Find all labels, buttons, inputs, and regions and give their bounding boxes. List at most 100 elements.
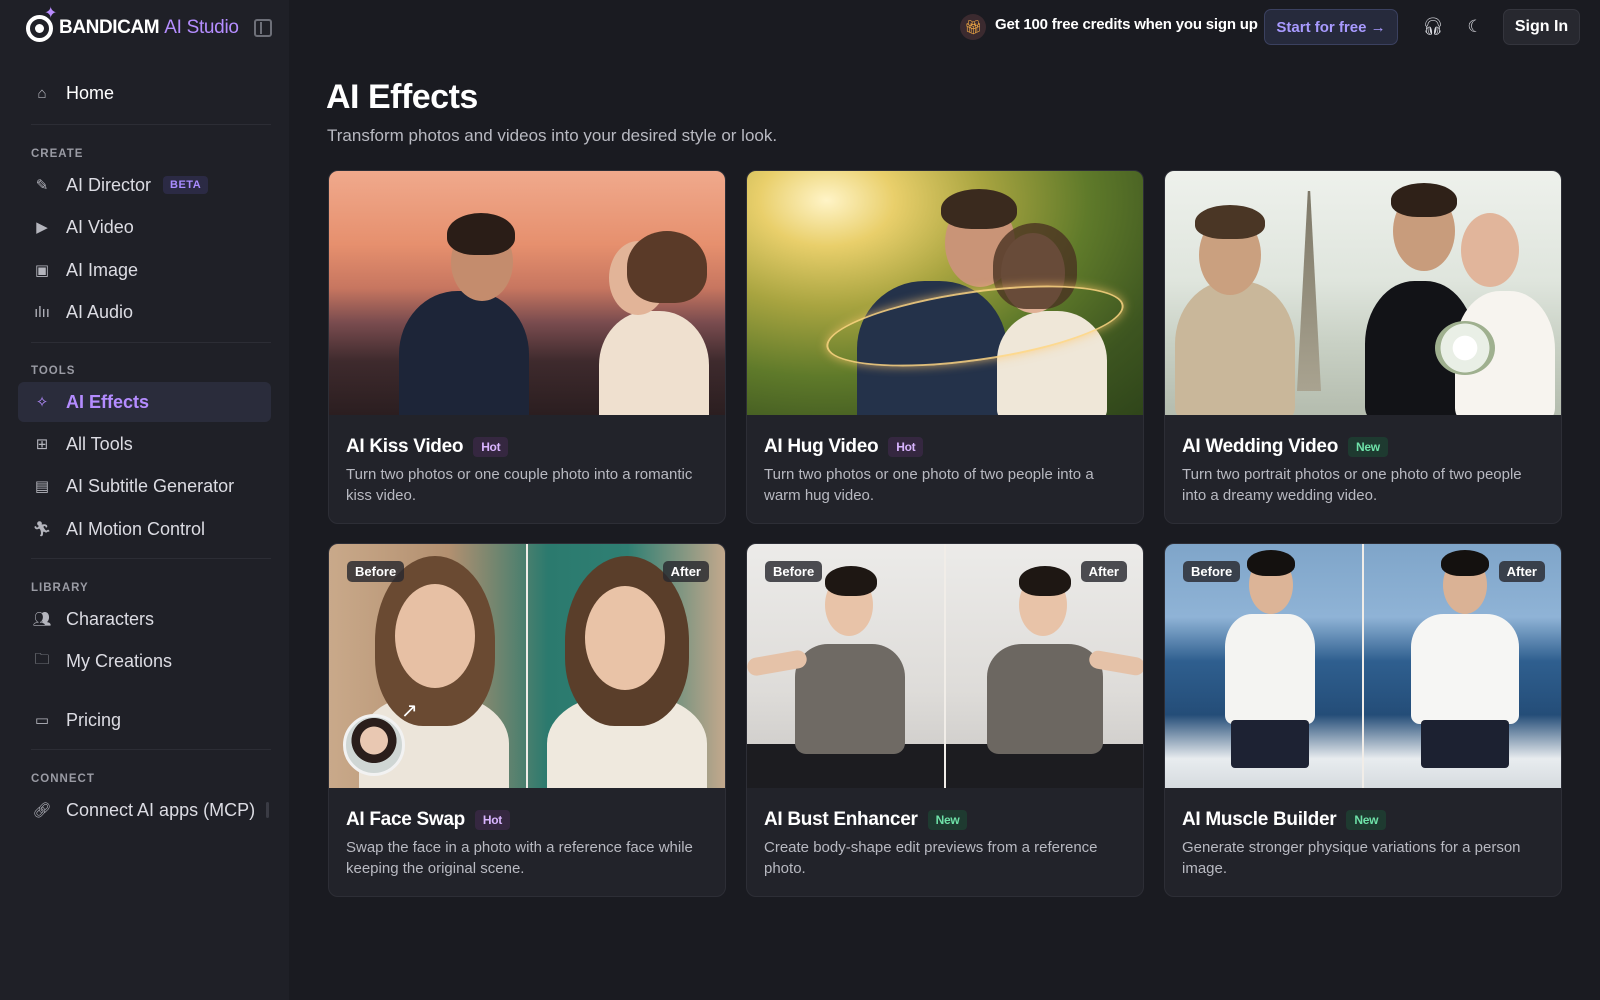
sidebar-item-my-creations[interactable]: 🗀 My Creations xyxy=(18,641,271,681)
link-icon: 🔗︎ xyxy=(32,802,52,819)
sidebar-item-label: AI Image xyxy=(66,259,139,280)
director-icon: ✎ xyxy=(35,177,49,194)
sidebar-item-pricing[interactable]: ▭ Pricing xyxy=(18,700,271,740)
divider xyxy=(31,342,271,343)
home-icon: ⌂ xyxy=(37,84,47,102)
sidebar-item-label: AI Effects xyxy=(66,391,150,412)
card-title: AI Wedding Video New xyxy=(1182,436,1388,458)
card-description: Turn two photos or one couple photo into… xyxy=(346,466,693,504)
users-icon: 👥︎ xyxy=(32,611,52,628)
folder-icon: 🗀 xyxy=(34,650,50,668)
after-label: After xyxy=(662,561,709,582)
hot-badge: Hot xyxy=(474,810,510,830)
sidebar-item-label: Characters xyxy=(66,608,155,629)
arrow-icon: ↗ xyxy=(401,700,418,722)
gift-icon: 🎁︎ xyxy=(960,14,986,40)
after-label: After xyxy=(1498,561,1545,582)
card-title-text: AI Kiss Video xyxy=(346,436,464,457)
video-icon: ▶ xyxy=(36,219,48,236)
sidebar-item-ai-image[interactable]: ▣ AI Image xyxy=(18,250,271,290)
before-after-divider xyxy=(1362,544,1364,788)
card-title: AI Kiss Video Hot xyxy=(346,436,509,458)
sidebar-item-ai-effects[interactable]: ✧ AI Effects xyxy=(18,382,271,422)
sidebar-item-label: My Creations xyxy=(66,650,173,671)
card-title: AI Hug Video Hot xyxy=(764,436,924,458)
card-title-text: AI Muscle Builder xyxy=(1182,809,1337,830)
sidebar-item-label: Pricing xyxy=(66,709,122,730)
effect-card-ai-bust-enhancer[interactable]: Before After AI Bust Enhancer New Create… xyxy=(746,543,1144,897)
before-label: Before xyxy=(1183,561,1241,582)
sidebar-item-ai-audio[interactable]: ılıı AI Audio xyxy=(18,292,271,332)
sign-in-button[interactable]: Sign In xyxy=(1503,9,1580,45)
divider xyxy=(31,749,271,750)
card-thumbnail: Before After xyxy=(747,544,1143,788)
sidebar-collapse-icon[interactable] xyxy=(254,19,272,37)
hot-badge: Hot xyxy=(473,437,509,457)
effect-card-ai-muscle-builder[interactable]: Before After AI Muscle Builder New Gener… xyxy=(1164,543,1562,897)
page-title: AI Effects xyxy=(326,78,478,116)
card-description: Generate stronger physique variations fo… xyxy=(1182,839,1521,877)
sidebar-item-ai-motion-control[interactable]: 🏃︎ AI Motion Control xyxy=(18,509,271,549)
sidebar-item-label: AI Motion Control xyxy=(66,518,206,539)
before-after-divider xyxy=(944,544,946,788)
credit-card-icon: ▭ xyxy=(34,712,50,729)
promo-text: Get 100 free credits when you sign up xyxy=(995,16,1258,33)
headset-icon[interactable]: 🎧︎ xyxy=(1422,16,1444,38)
card-title-text: AI Hug Video xyxy=(764,436,879,457)
sidebar-item-ai-subtitle-generator[interactable]: ▤ AI Subtitle Generator xyxy=(18,466,271,506)
audio-waveform-icon: ılıı xyxy=(34,303,50,321)
card-thumbnail: Before After xyxy=(1165,544,1561,788)
effect-card-ai-kiss-video[interactable]: AI Kiss Video Hot Turn two photos or one… xyxy=(328,170,726,524)
card-thumbnail: ↗ Before After xyxy=(329,544,725,788)
card-title-text: AI Face Swap xyxy=(346,809,465,830)
moon-icon[interactable]: ☾ xyxy=(1464,16,1486,38)
sidebar-item-all-tools[interactable]: ⊞ All Tools xyxy=(18,424,271,464)
brand-logo[interactable]: ✦ BANDICAM AI Studio xyxy=(26,6,239,46)
card-thumbnail xyxy=(1165,171,1561,415)
sidebar-item-label: Connect AI apps (MCP) xyxy=(66,799,256,820)
card-description: Turn two portrait photos or one photo of… xyxy=(1182,466,1522,504)
card-title-text: AI Bust Enhancer xyxy=(764,809,918,830)
before-label: Before xyxy=(765,561,823,582)
divider xyxy=(31,124,271,125)
section-label-connect: CONNECT xyxy=(31,773,95,785)
effect-card-ai-wedding-video[interactable]: AI Wedding Video New Turn two portrait p… xyxy=(1164,170,1562,524)
sidebar-item-home[interactable]: ⌂ Home xyxy=(18,73,271,113)
sidebar-item-label: All Tools xyxy=(66,433,133,454)
sidebar-item-connect-ai-apps[interactable]: 🔗︎ Connect AI apps (MCP) xyxy=(18,790,271,830)
sidebar-item-label: AI Audio xyxy=(66,301,134,322)
card-description: Turn two photos or one photo of two peop… xyxy=(764,466,1094,504)
sidebar-item-label: AI Video xyxy=(66,216,134,237)
sidebar-item-label: AI Director xyxy=(66,174,152,195)
new-badge: New xyxy=(1346,810,1387,830)
start-for-free-button[interactable]: Start for free → xyxy=(1264,9,1398,45)
effect-card-ai-face-swap[interactable]: ↗ Before After AI Face Swap Hot Swap the… xyxy=(328,543,726,897)
brand-product: AI Studio xyxy=(164,17,239,38)
divider xyxy=(31,558,271,559)
sidebar-item-label: Home xyxy=(66,82,115,103)
card-title-text: AI Wedding Video xyxy=(1182,436,1339,457)
card-thumbnail xyxy=(747,171,1143,415)
after-label: After xyxy=(1080,561,1127,582)
card-description: Swap the face in a photo with a referenc… xyxy=(346,839,693,877)
card-thumbnail xyxy=(329,171,725,415)
card-title: AI Muscle Builder New xyxy=(1182,809,1387,831)
effect-card-ai-hug-video[interactable]: AI Hug Video Hot Turn two photos or one … xyxy=(746,170,1144,524)
card-title: AI Bust Enhancer New xyxy=(764,809,968,831)
subtitle-icon: ▤ xyxy=(34,478,50,495)
sidebar-item-ai-director[interactable]: ✎ AI Director BETA xyxy=(18,165,271,205)
sidebar-item-ai-video[interactable]: ▶ AI Video xyxy=(18,207,271,247)
sidebar-scrollbar[interactable] xyxy=(266,802,269,818)
beta-badge: BETA xyxy=(163,176,209,194)
before-after-divider xyxy=(526,544,528,788)
section-label-create: CREATE xyxy=(31,148,84,160)
sidebar-item-characters[interactable]: 👥︎ Characters xyxy=(18,599,271,639)
section-label-tools: TOOLS xyxy=(31,365,76,377)
reference-face-avatar xyxy=(343,714,405,776)
card-title: AI Face Swap Hot xyxy=(346,809,510,831)
sidebar: ✦ BANDICAM AI Studio ⌂ Home CREATE ✎ AI … xyxy=(0,0,289,1000)
sidebar-item-label: AI Subtitle Generator xyxy=(66,475,235,496)
sparkles-icon: ✧ xyxy=(35,394,49,411)
card-description: Create body-shape edit previews from a r… xyxy=(764,839,1098,877)
page-subtitle: Transform photos and videos into your de… xyxy=(327,126,778,145)
